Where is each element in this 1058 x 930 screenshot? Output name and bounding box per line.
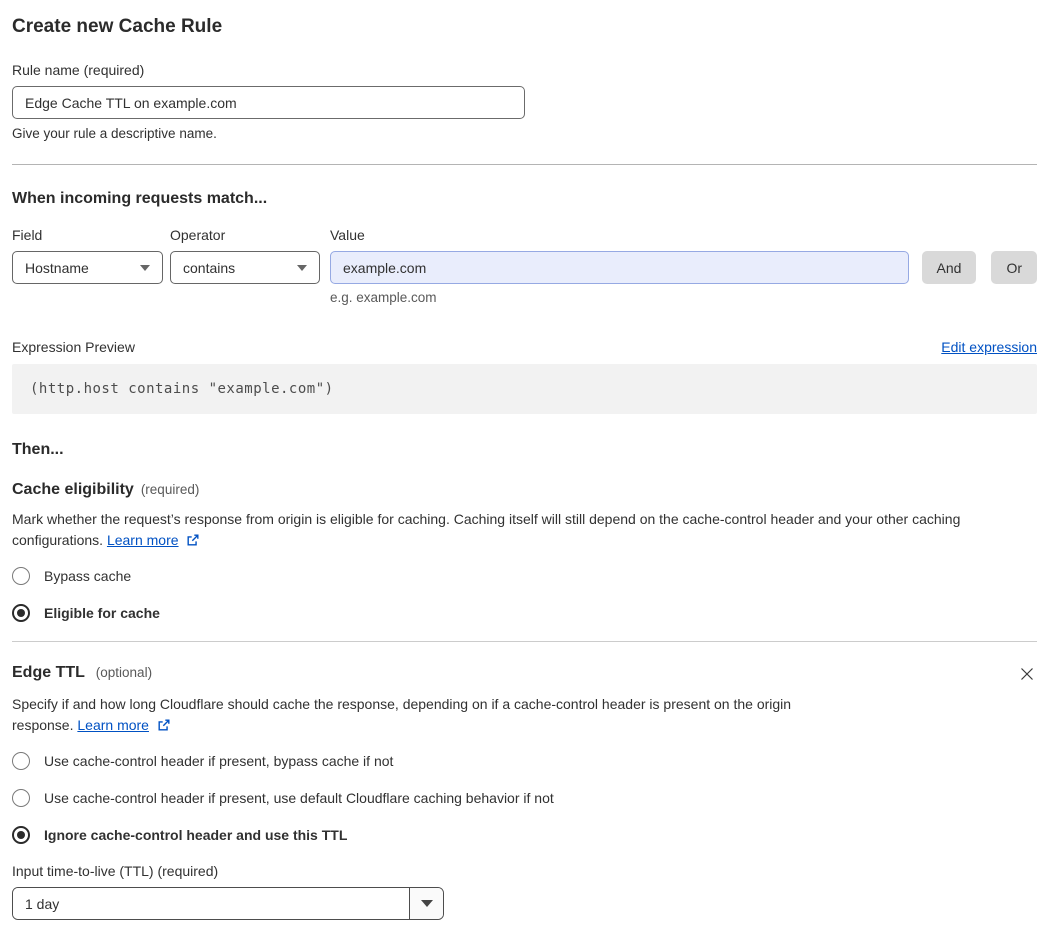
radio-ignore-header-use-ttl[interactable]: Ignore cache-control header and use this… <box>12 826 1037 844</box>
learn-more-link[interactable]: Learn more <box>107 532 179 548</box>
external-link-icon <box>158 719 170 731</box>
value-helper: e.g. example.com <box>330 290 437 305</box>
radio-bypass-cache[interactable]: Bypass cache <box>12 567 1037 585</box>
rule-name-input[interactable] <box>12 86 525 119</box>
radio-label: Eligible for cache <box>44 605 160 621</box>
chevron-down-icon <box>140 264 150 271</box>
radio-label: Use cache-control header if present, use… <box>44 790 554 806</box>
edge-ttl-description: Specify if and how long Cloudflare shoul… <box>12 694 850 736</box>
edge-ttl-section: Edge TTL (optional) Specify if and how l… <box>12 664 1037 920</box>
expression-section: Expression Preview Edit expression (http… <box>12 339 1037 414</box>
expression-preview-label: Expression Preview <box>12 339 135 355</box>
operator-select[interactable]: contains <box>170 251 320 284</box>
match-labels-row: Field Operator Value <box>12 227 1037 243</box>
page-title: Create new Cache Rule <box>12 16 223 37</box>
ttl-combobox <box>12 887 444 920</box>
close-icon[interactable] <box>1017 664 1037 684</box>
expression-header: Expression Preview Edit expression <box>12 339 1037 355</box>
radio-unselected-icon <box>12 567 30 585</box>
external-link-icon <box>187 534 199 546</box>
edge-ttl-options: Use cache-control header if present, byp… <box>12 752 1037 844</box>
cache-eligibility-section: Cache eligibility (required) Mark whethe… <box>12 481 1037 622</box>
cache-eligibility-title: Cache eligibility <box>12 481 134 498</box>
cache-eligibility-options: Bypass cache Eligible for cache <box>12 567 1037 622</box>
radio-eligible-for-cache[interactable]: Eligible for cache <box>12 604 1037 622</box>
value-input[interactable] <box>330 251 909 284</box>
match-section: When incoming requests match... Field Op… <box>12 190 1037 305</box>
field-label: Field <box>12 227 43 243</box>
field-select[interactable]: Hostname <box>12 251 163 284</box>
match-heading: When incoming requests match... <box>12 190 268 207</box>
edge-ttl-title-wrap: Edge TTL (optional) <box>12 664 152 682</box>
or-button[interactable]: Or <box>991 251 1037 284</box>
cache-eligibility-description: Mark whether the request’s response from… <box>12 509 1037 551</box>
match-controls-row: Hostname contains And Or <box>12 251 1037 284</box>
chevron-down-icon <box>297 264 307 271</box>
value-label: Value <box>330 227 365 243</box>
section-divider <box>12 164 1037 165</box>
edge-ttl-qualifier: (optional) <box>95 665 153 680</box>
operator-select-value: contains <box>183 259 236 276</box>
rule-name-section: Rule name (required) Give your rule a de… <box>12 62 1037 141</box>
expression-code: (http.host contains "example.com") <box>12 364 1037 414</box>
edge-ttl-header: Edge TTL (optional) <box>12 664 1037 684</box>
radio-selected-icon <box>12 604 30 622</box>
field-select-value: Hostname <box>25 259 89 276</box>
rule-name-label: Rule name (required) <box>12 62 145 78</box>
then-heading: Then... <box>12 441 64 458</box>
ttl-dropdown-button[interactable] <box>409 888 443 919</box>
ttl-input-label: Input time-to-live (TTL) (required) <box>12 863 219 879</box>
radio-label: Bypass cache <box>44 568 132 584</box>
radio-label: Ignore cache-control header and use this… <box>44 827 348 843</box>
radio-unselected-icon <box>12 752 30 770</box>
cache-eligibility-header: Cache eligibility (required) <box>12 481 1037 499</box>
radio-unselected-icon <box>12 789 30 807</box>
cache-eligibility-qualifier: (required) <box>140 482 200 497</box>
operator-label: Operator <box>170 227 226 243</box>
and-button[interactable]: And <box>921 251 977 284</box>
radio-selected-icon <box>12 826 30 844</box>
edge-ttl-title: Edge TTL <box>12 664 85 681</box>
radio-use-header-default[interactable]: Use cache-control header if present, use… <box>12 789 1037 807</box>
radio-label: Use cache-control header if present, byp… <box>44 753 394 769</box>
edit-expression-link[interactable]: Edit expression <box>941 339 1037 355</box>
section-divider <box>12 641 1037 642</box>
learn-more-link[interactable]: Learn more <box>77 717 149 733</box>
create-cache-rule-page: Create new Cache Rule Rule name (require… <box>0 0 1058 930</box>
rule-name-helper: Give your rule a descriptive name. <box>12 126 217 141</box>
radio-use-header-bypass[interactable]: Use cache-control header if present, byp… <box>12 752 1037 770</box>
ttl-value-input[interactable] <box>13 888 409 919</box>
